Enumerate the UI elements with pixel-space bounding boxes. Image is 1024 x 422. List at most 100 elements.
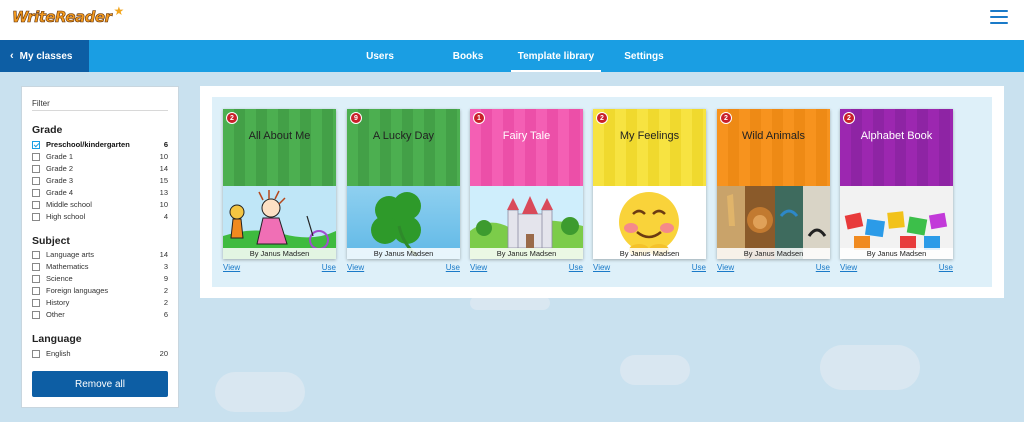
four-leaf-clover-image: By Janus Madsen: [347, 186, 460, 259]
checkbox-checked[interactable]: [32, 140, 40, 149]
checkbox[interactable]: [32, 298, 40, 307]
smiley-emoji-image: By Janus Madsen: [593, 186, 706, 259]
nav-tabs: Users Books Template library Settings: [0, 40, 1024, 72]
use-link[interactable]: Use: [569, 263, 583, 272]
filter-group-language: Language: [32, 333, 82, 345]
filter-group-subject: Subject: [32, 235, 70, 247]
filter-option-preschool[interactable]: Preschool/kindergarten 6: [32, 139, 168, 150]
filter-option-high-school[interactable]: High school 4: [32, 211, 168, 222]
checkbox[interactable]: [32, 262, 40, 271]
view-link[interactable]: View: [593, 263, 610, 272]
top-header: WriteReader ★: [0, 0, 1024, 40]
filter-option-middle-school[interactable]: Middle school 10: [32, 199, 168, 210]
checkbox[interactable]: [32, 176, 40, 185]
writereader-logo[interactable]: WriteReader ★: [12, 4, 125, 30]
book-cover-header: [840, 109, 953, 186]
castle-image: By Janus Madsen: [470, 186, 583, 259]
book-title: My Feelings: [619, 130, 680, 142]
book-author: By Janus Madsen: [470, 248, 583, 259]
book-title: Wild Animals: [742, 130, 805, 142]
checkbox[interactable]: [32, 250, 40, 259]
hamburger-menu-icon[interactable]: [990, 10, 1008, 24]
book-author: By Janus Madsen: [840, 248, 953, 259]
book-author: By Janus Madsen: [593, 248, 706, 259]
tab-settings[interactable]: Settings: [616, 40, 672, 72]
filter-option-other[interactable]: Other 6: [32, 309, 168, 320]
view-link[interactable]: View: [223, 263, 240, 272]
page-count-badge: 2: [843, 112, 855, 124]
checkbox[interactable]: [32, 274, 40, 283]
page-count-badge: 2: [596, 112, 608, 124]
book-cover[interactable]: 2 All About Me By Janus Madsen: [223, 109, 336, 259]
book-cover[interactable]: 2 Wild Animals By Janus Madsen: [717, 109, 830, 259]
book-card: 2 All About Me By Janus Madsen View Use: [223, 109, 336, 272]
book-title: Alphabet Book: [860, 130, 933, 142]
book-card: 2 Wild Animals By Janus Madsen View Use: [717, 109, 830, 272]
filter-option-grade-4[interactable]: Grade 4 13: [32, 187, 168, 198]
book-cover-header: [347, 109, 460, 186]
page-count-badge: 9: [350, 112, 362, 124]
book-cover-header: [593, 109, 706, 186]
book-cover[interactable]: 9 A Lucky Day By Janus Madsen: [347, 109, 460, 259]
book-grid: 2 All About Me By Janus Madsen View Use …: [212, 97, 992, 287]
book-author: By Janus Madsen: [717, 248, 830, 259]
cloud-decoration: [215, 372, 305, 412]
book-cover[interactable]: 2 Alphabet Book By Janus Madsen: [840, 109, 953, 259]
checkbox[interactable]: [32, 212, 40, 221]
filter-option-grade-3[interactable]: Grade 3 15: [32, 175, 168, 186]
checkbox[interactable]: [32, 164, 40, 173]
view-link[interactable]: View: [717, 263, 734, 272]
star-icon: ★: [113, 4, 125, 18]
checkbox[interactable]: [32, 200, 40, 209]
use-link[interactable]: Use: [446, 263, 460, 272]
book-cover-header: [223, 109, 336, 186]
cloud-decoration: [620, 355, 690, 385]
nav-bar: Users Books Template library Settings ‹ …: [0, 40, 1024, 72]
cloud-decoration: [470, 296, 550, 310]
filter-title: Filter: [32, 99, 50, 108]
page-count-badge: 2: [720, 112, 732, 124]
chevron-left-icon: ‹: [10, 50, 14, 62]
filter-option-grade-1[interactable]: Grade 1 10: [32, 151, 168, 162]
book-title: A Lucky Day: [372, 130, 435, 142]
filter-option-science[interactable]: Science 9: [32, 273, 168, 284]
use-link[interactable]: Use: [322, 263, 336, 272]
alphabet-blocks-image: By Janus Madsen: [840, 186, 953, 259]
book-title: All About Me: [248, 130, 311, 142]
checkbox[interactable]: [32, 188, 40, 197]
tab-template-library[interactable]: Template library: [511, 40, 601, 72]
use-link[interactable]: Use: [939, 263, 953, 272]
checkbox[interactable]: [32, 286, 40, 295]
checkbox[interactable]: [32, 152, 40, 161]
book-title: Fairy Tale: [502, 130, 551, 142]
book-cover[interactable]: 2 My Feelings By Janus Madsen: [593, 109, 706, 259]
view-link[interactable]: View: [840, 263, 857, 272]
use-link[interactable]: Use: [816, 263, 830, 272]
book-author: By Janus Madsen: [347, 248, 460, 259]
filter-option-english[interactable]: English 20: [32, 348, 168, 359]
tab-users[interactable]: Users: [352, 40, 408, 72]
filter-panel: Filter Grade Preschool/kindergarten 6 Gra…: [21, 86, 179, 408]
view-link[interactable]: View: [347, 263, 364, 272]
book-cover[interactable]: 1 Fairy Tale By Janus Madsen: [470, 109, 583, 259]
checkbox[interactable]: [32, 349, 40, 358]
filter-group-grade: Grade: [32, 124, 63, 136]
tab-books[interactable]: Books: [444, 40, 492, 72]
book-card: 9 A Lucky Day By Janus Madsen View Use: [347, 109, 460, 272]
book-cover-header: [470, 109, 583, 186]
filter-option-foreign-languages[interactable]: Foreign languages 2: [32, 285, 168, 296]
book-cover-header: [717, 109, 830, 186]
book-author: By Janus Madsen: [223, 248, 336, 259]
book-card: 1 Fairy Tale By Janus Madsen View Use: [470, 109, 583, 272]
book-card: 2 Alphabet Book By Janus Madsen View Use: [840, 109, 953, 272]
template-library-panel: 2 All About Me By Janus Madsen View Use …: [200, 86, 1004, 298]
remove-all-button[interactable]: Remove all: [32, 371, 168, 397]
checkbox[interactable]: [32, 310, 40, 319]
filter-option-grade-2[interactable]: Grade 2 14: [32, 163, 168, 174]
my-classes-back-button[interactable]: ‹ My classes: [0, 40, 89, 72]
view-link[interactable]: View: [470, 263, 487, 272]
use-link[interactable]: Use: [692, 263, 706, 272]
filter-option-language-arts[interactable]: Language arts 14: [32, 249, 168, 260]
filter-option-mathematics[interactable]: Mathematics 3: [32, 261, 168, 272]
filter-option-history[interactable]: History 2: [32, 297, 168, 308]
